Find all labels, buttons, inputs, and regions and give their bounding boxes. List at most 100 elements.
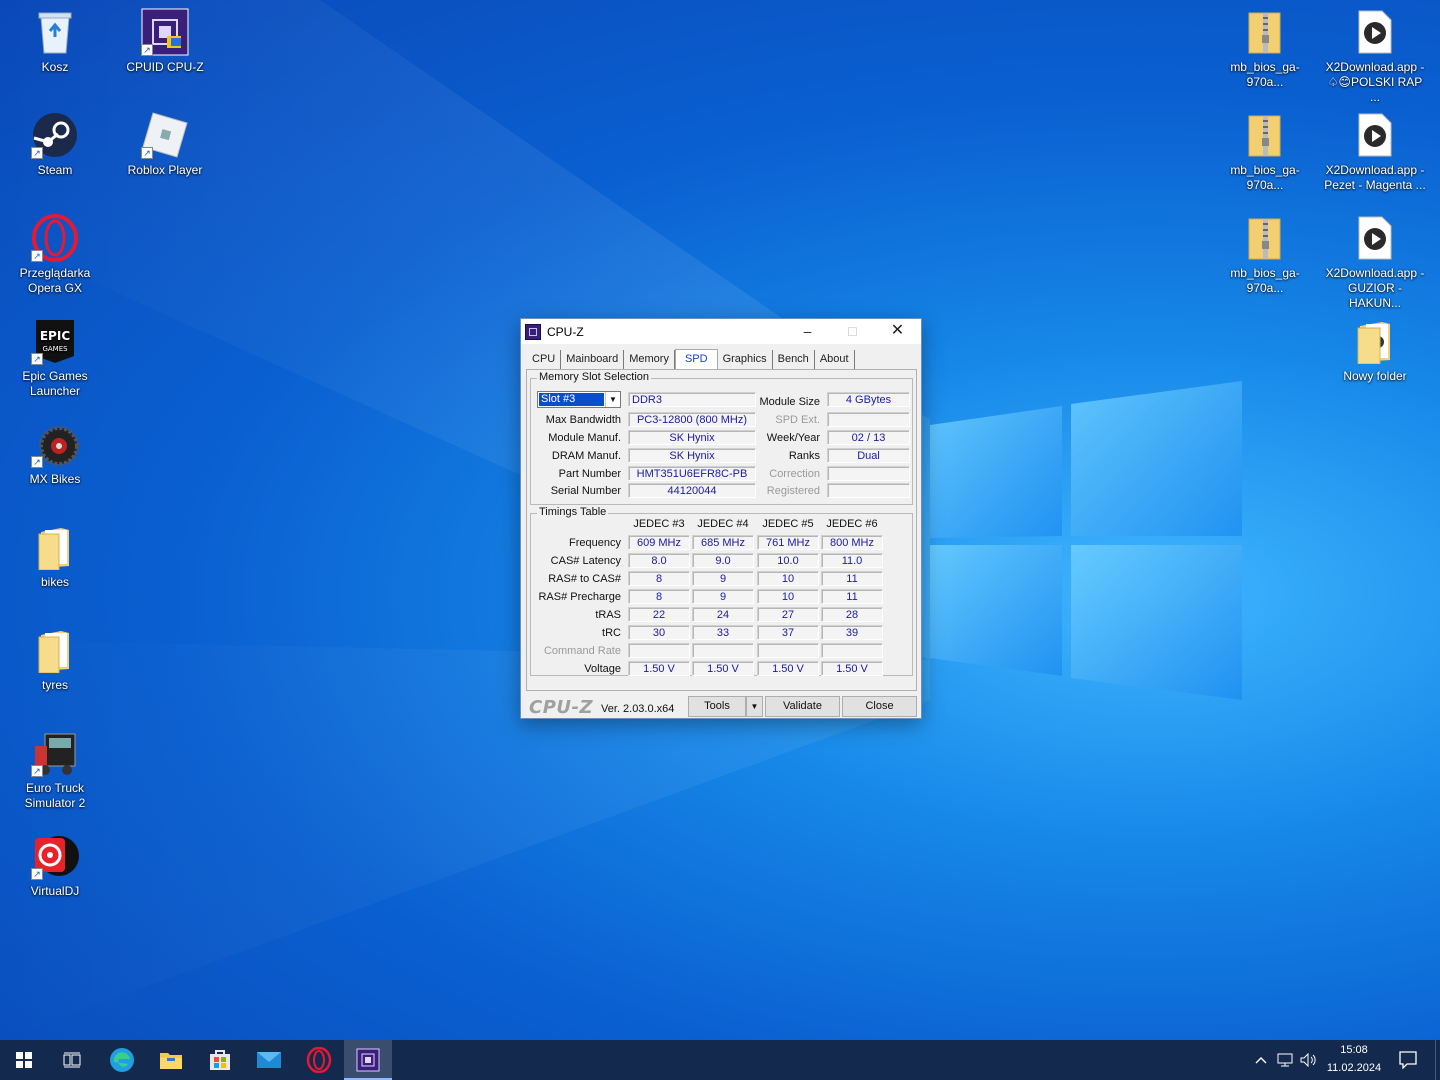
tools-dropdown-button[interactable]: ▼ <box>746 696 763 717</box>
desktop-icon-epic-games[interactable]: EPIC GAMES ↗ Epic Games Launcher <box>2 317 108 399</box>
serial-number-value: 44120044 <box>628 483 756 498</box>
tab-bar: CPU Mainboard Memory SPD Graphics Bench … <box>527 349 855 370</box>
timing-cell: 27 <box>757 607 819 622</box>
timing-cell <box>628 643 690 658</box>
close-button[interactable]: Close <box>842 696 917 717</box>
tab-mainboard[interactable]: Mainboard <box>561 350 625 369</box>
show-hidden-icons-button[interactable] <box>1250 1040 1272 1080</box>
shortcut-arrow-icon: ↗ <box>31 456 43 468</box>
spd-ext-label: SPD Ext. <box>775 414 820 426</box>
taskbar-edge[interactable] <box>98 1040 146 1080</box>
timing-row-label: Frequency <box>569 537 621 549</box>
desktop-icon-label: Euro Truck Simulator 2 <box>24 781 86 810</box>
desktop-icon-euro-truck[interactable]: ↗ Euro Truck Simulator 2 <box>2 729 108 811</box>
memory-type-value: DDR3 <box>628 392 756 407</box>
desktop-icon-zip-2[interactable]: mb_bios_ga-970a... <box>1212 111 1318 193</box>
taskbar-mail[interactable] <box>245 1040 293 1080</box>
tab-about[interactable]: About <box>815 350 855 369</box>
bottom-bar: CPU-Z Ver. 2.03.0.x64 Tools ▼ Validate C… <box>521 693 921 719</box>
desktop-icon-label: bikes <box>40 575 69 589</box>
taskbar-store[interactable] <box>196 1040 244 1080</box>
tab-bench[interactable]: Bench <box>773 350 815 369</box>
slot-select[interactable]: Slot #3 ▼ <box>537 391 621 408</box>
shortcut-arrow-icon: ↗ <box>31 250 43 262</box>
task-view-icon <box>63 1052 81 1068</box>
timing-cell: 11 <box>821 571 883 586</box>
file-explorer-icon <box>160 1053 182 1069</box>
desktop-icon-label: MX Bikes <box>29 472 81 486</box>
tools-button[interactable]: Tools <box>688 696 746 717</box>
desktop-icon-zip-3[interactable]: mb_bios_ga-970a... <box>1212 214 1318 296</box>
desktop-icon-mx-bikes[interactable]: ↗ MX Bikes <box>2 420 108 487</box>
taskbar-file-explorer[interactable] <box>147 1040 195 1080</box>
tab-cpu[interactable]: CPU <box>527 350 562 369</box>
timing-column-header: JEDEC #3 <box>633 518 685 530</box>
folder-icon <box>31 626 79 674</box>
desktop-icon-label: mb_bios_ga-970a... <box>1230 266 1300 295</box>
title-bar[interactable]: CPU-Z – □ ✕ <box>521 319 921 344</box>
timing-cell <box>692 643 754 658</box>
chevron-down-icon: ▼ <box>750 702 759 711</box>
desktop-icon-virtualdj[interactable]: ↗ VirtualDJ <box>2 832 108 899</box>
folder-icon <box>31 523 79 571</box>
shortcut-arrow-icon: ↗ <box>31 353 43 365</box>
timing-cell: 8 <box>628 571 690 586</box>
close-window-button[interactable]: ✕ <box>875 319 920 344</box>
desktop-icon-label: X2Download.app - Pezet - Magenta ... <box>1324 163 1426 192</box>
taskbar-cpuz[interactable] <box>344 1040 392 1080</box>
timing-cell: 609 MHz <box>628 535 690 550</box>
desktop-icon-media-1[interactable]: X2Download.app - ♤😊POLSKI RAP ... <box>1322 8 1428 105</box>
timing-cell: 8.0 <box>628 553 690 568</box>
chevron-down-icon[interactable]: ▼ <box>605 392 620 407</box>
clock[interactable]: 15:08 11.02.2024 <box>1320 1040 1388 1080</box>
desktop-icon-steam[interactable]: ↗ Steam <box>2 111 108 178</box>
timing-column-header: JEDEC #6 <box>826 518 878 530</box>
desktop-icon-tyres[interactable]: tyres <box>2 626 108 693</box>
taskbar-opera-gx[interactable] <box>295 1040 343 1080</box>
dram-manuf-value: SK Hynix <box>628 448 756 463</box>
desktop-icon-roblox[interactable]: ↗ Roblox Player <box>112 111 218 178</box>
zip-folder-icon <box>1241 111 1289 159</box>
desktop-icon-cpuz[interactable]: ↗ CPUID CPU-Z <box>112 8 218 75</box>
clock-date: 11.02.2024 <box>1326 1062 1382 1074</box>
tab-graphics[interactable]: Graphics <box>718 350 773 369</box>
desktop-icon-recycle-bin[interactable]: Kosz <box>2 8 108 75</box>
desktop-icon-nowy-folder[interactable]: Nowy folder <box>1322 317 1428 384</box>
tab-spd[interactable]: SPD <box>674 349 718 370</box>
task-view-button[interactable] <box>48 1040 96 1080</box>
desktop-icon-media-2[interactable]: X2Download.app - Pezet - Magenta ... <box>1322 111 1428 193</box>
windows-start-icon <box>16 1052 32 1068</box>
module-size-label: Module Size <box>759 396 820 408</box>
speaker-icon <box>1300 1053 1316 1067</box>
network-button[interactable] <box>1273 1040 1297 1080</box>
timings-group: Timings Table JEDEC #3 JEDEC #4 JEDEC #5… <box>530 506 913 676</box>
timing-row-label: RAS# to CAS# <box>548 573 621 585</box>
timing-row-label: Command Rate <box>543 645 621 657</box>
version-text: Ver. 2.03.0.x64 <box>601 703 675 715</box>
tab-memory[interactable]: Memory <box>624 350 675 369</box>
start-button[interactable] <box>0 1040 48 1080</box>
tools-button-label: Tools <box>704 700 730 712</box>
desktop-icon-bikes[interactable]: bikes <box>2 523 108 590</box>
desktop-icon-opera-gx[interactable]: ↗ Przeglądarka Opera GX <box>2 214 108 296</box>
ranks-label: Ranks <box>788 450 820 462</box>
desktop-icon-label: Epic Games Launcher <box>22 369 88 398</box>
volume-button[interactable] <box>1297 1040 1321 1080</box>
validate-button[interactable]: Validate <box>765 696 840 717</box>
cpuz-logo: CPU-Z <box>529 697 594 718</box>
group-title: Memory Slot Selection <box>537 371 652 383</box>
show-desktop-button[interactable] <box>1435 1040 1440 1080</box>
cpuz-window[interactable]: CPU-Z – □ ✕ CPU Mainboard Memory SPD Gra… <box>520 318 922 719</box>
desktop-icon-label: Przeglądarka Opera GX <box>19 266 91 295</box>
timing-cell: 24 <box>692 607 754 622</box>
slot-select-value: Slot #3 <box>539 393 604 406</box>
desktop-icon-media-3[interactable]: X2Download.app - GUZIOR - HAKUN... <box>1322 214 1428 311</box>
timing-row-label: tRAS <box>595 609 621 621</box>
module-size-value: 4 GBytes <box>827 392 910 407</box>
desktop-icon-zip-1[interactable]: mb_bios_ga-970a... <box>1212 8 1318 90</box>
timing-cell: 11 <box>821 589 883 604</box>
minimize-button[interactable]: – <box>785 319 830 344</box>
timing-column-header: JEDEC #4 <box>697 518 749 530</box>
zip-folder-icon <box>1241 8 1289 56</box>
action-center-button[interactable] <box>1384 1040 1432 1080</box>
